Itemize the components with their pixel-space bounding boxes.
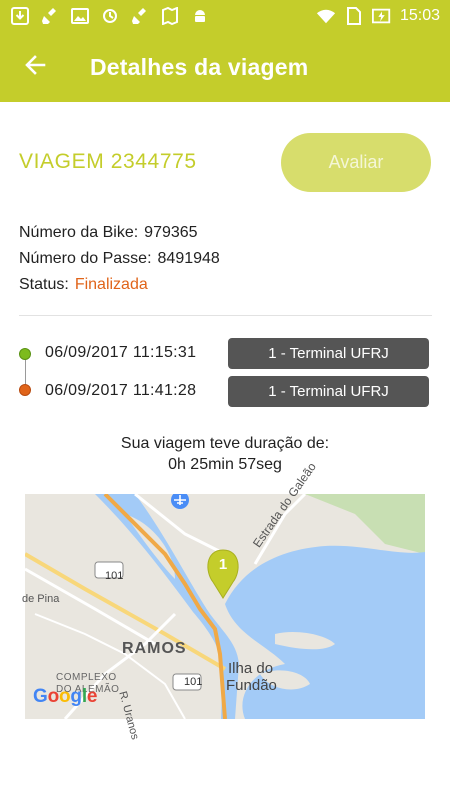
map-label-ilha-line2: Fundão (226, 677, 277, 694)
trip-marker-label: 1 (218, 556, 228, 573)
map-label-ramos: RAMOS (122, 640, 187, 657)
status-label: Status: (19, 276, 69, 293)
end-terminal-badge: 1 - Terminal UFRJ (228, 376, 429, 407)
battery-charging-icon (371, 6, 392, 26)
status-value: Finalizada (74, 276, 148, 293)
back-button[interactable] (0, 32, 70, 102)
cleaner-icon (40, 6, 60, 26)
app-bar: Detalhes da viagem (0, 32, 450, 102)
arrow-back-icon (24, 54, 46, 81)
pass-number-value: 8491948 (157, 250, 220, 267)
clock: 15:03 (399, 7, 440, 24)
road-shield-101: 101 (184, 676, 203, 688)
end-dot-icon (19, 384, 31, 396)
duration-label: Sua viagem teve duração de: (120, 435, 330, 452)
start-dot-icon (19, 348, 31, 360)
start-terminal-badge: 1 - Terminal UFRJ (228, 338, 429, 369)
cleaner-icon (130, 6, 150, 26)
map-icon (160, 6, 180, 26)
map-label-de-pina: de Pina (22, 593, 60, 605)
sync-icon (100, 6, 120, 26)
rate-button[interactable]: Avaliar (281, 133, 431, 192)
start-time: 06/09/2017 11:15:31 (45, 344, 197, 361)
pass-number-label: Número do Passe: (19, 250, 152, 267)
status-row: Status: Finalizada (19, 276, 148, 294)
map-label-complexo-line1: COMPLEXO (56, 672, 117, 683)
bike-number-label: Número da Bike: (19, 224, 139, 241)
road-shield-101: 101 (105, 570, 124, 582)
bike-number-value: 979365 (144, 224, 198, 241)
trip-title: VIAGEM 2344775 (19, 150, 197, 173)
sim-icon (344, 6, 364, 26)
divider (19, 315, 432, 316)
download-icon (10, 6, 30, 26)
pass-number-row: Número do Passe: 8491948 (19, 250, 220, 268)
duration-value: 0h 25min 57seg (168, 456, 282, 473)
status-bar: 15:03 (0, 0, 450, 32)
page-title: Detalhes da viagem (90, 53, 309, 80)
wifi-icon (316, 6, 336, 26)
map-label-ilha-line1: Ilha do (228, 660, 274, 677)
end-time: 06/09/2017 11:41:28 (45, 382, 197, 399)
bike-number-row: Número da Bike: 979365 (19, 224, 198, 242)
image-icon (70, 6, 90, 26)
android-icon (190, 6, 210, 26)
google-logo: Google (33, 686, 98, 707)
